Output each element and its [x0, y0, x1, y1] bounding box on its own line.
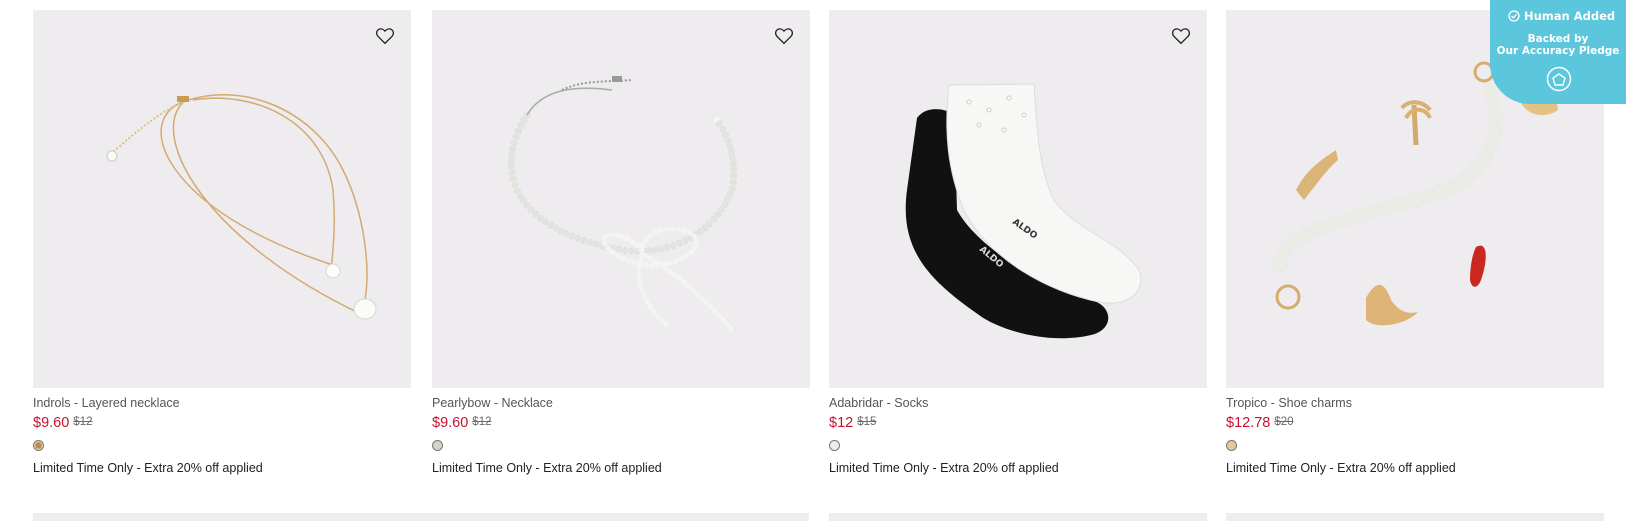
price-row: $9.60 $12	[432, 413, 810, 433]
product-name[interactable]: Pearlybow - Necklace	[432, 394, 810, 412]
check-circle-icon	[1508, 10, 1520, 22]
heart-icon	[1172, 28, 1190, 45]
sale-price: $9.60	[432, 415, 469, 431]
product-card[interactable]: Indrols - Layered necklace $9.60 $12 Limi…	[33, 10, 411, 476]
price-row: $12.78 $20	[1226, 413, 1604, 433]
promo-text: Limited Time Only - Extra 20% off applie…	[1226, 461, 1456, 475]
product-image[interactable]: ALDO ALDO	[829, 10, 1207, 388]
socks-image: ALDO ALDO	[905, 83, 1142, 339]
sale-price: $12.78	[1226, 415, 1271, 431]
original-price: $12	[73, 416, 93, 428]
promo-text: Limited Time Only - Extra 20% off applie…	[432, 461, 662, 475]
badge-line1: Backed by	[1527, 33, 1589, 45]
promo-text: Limited Time Only - Extra 20% off applie…	[829, 461, 1059, 475]
badge-subtitle: Backed by Our Accuracy Pledge	[1490, 33, 1626, 57]
accuracy-badge: Human Added Backed by Our Accuracy Pledg…	[1490, 0, 1626, 104]
sale-price: $9.60	[33, 415, 70, 431]
layered-necklace-image	[106, 94, 377, 320]
original-price: $15	[857, 416, 877, 428]
heart-icon	[376, 28, 394, 45]
price-row: $9.60 $12	[33, 413, 411, 433]
original-price: $20	[1274, 416, 1294, 428]
product-image[interactable]	[33, 10, 411, 388]
product-name[interactable]: Indrols - Layered necklace	[33, 394, 411, 412]
seal-icon	[1546, 66, 1572, 96]
heart-icon	[775, 28, 793, 45]
color-swatch[interactable]	[33, 440, 44, 451]
product-image[interactable]	[432, 10, 810, 388]
wishlist-button[interactable]	[1169, 24, 1193, 48]
badge-line2: Our Accuracy Pledge	[1496, 45, 1620, 57]
product-card[interactable]: ALDO ALDO Adabridar - Socks $12 $15 Limit…	[829, 10, 1207, 476]
promo-text: Limited Time Only - Extra 20% off applie…	[33, 461, 263, 475]
pearl-necklace-image	[507, 76, 738, 333]
price-row: $12 $15	[829, 413, 1207, 433]
original-price: $12	[472, 416, 492, 428]
sale-price: $12	[829, 415, 854, 431]
product-card[interactable]: Pearlybow - Necklace $9.60 $12 Limited Ti…	[432, 10, 810, 476]
product-name[interactable]: Adabridar - Socks	[829, 394, 1207, 412]
color-swatch[interactable]	[432, 440, 443, 451]
wishlist-button[interactable]	[772, 24, 796, 48]
color-swatch[interactable]	[829, 440, 840, 451]
product-name[interactable]: Tropico - Shoe charms	[1226, 394, 1604, 412]
badge-header: Human Added	[1508, 9, 1615, 23]
color-swatch[interactable]	[1226, 440, 1237, 451]
wishlist-button[interactable]	[373, 24, 397, 48]
badge-title: Human Added	[1524, 9, 1616, 23]
